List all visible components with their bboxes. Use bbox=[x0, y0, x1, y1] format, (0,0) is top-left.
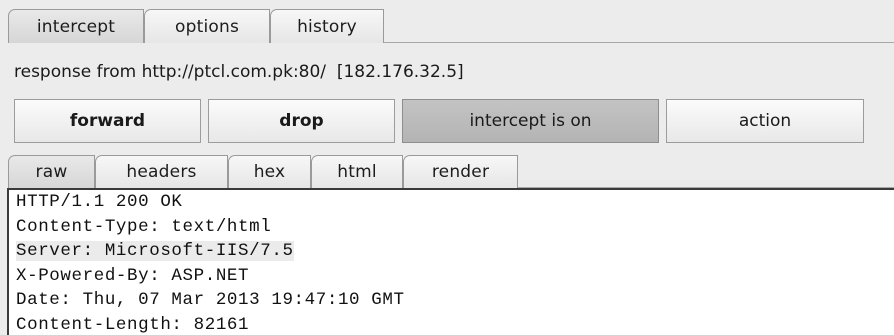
tab-history[interactable]: history bbox=[270, 9, 384, 43]
raw-line: X-Powered-By: ASP.NET bbox=[16, 265, 250, 286]
raw-line: HTTP/1.1 200 OK bbox=[16, 192, 183, 212]
tab-headers[interactable]: headers bbox=[95, 155, 228, 188]
tab-render[interactable]: render bbox=[403, 155, 518, 188]
tab-raw[interactable]: raw bbox=[8, 155, 95, 188]
tab-intercept[interactable]: intercept bbox=[8, 9, 144, 43]
raw-line: Date: Thu, 07 Mar 2013 19:47:10 GMT bbox=[16, 290, 405, 310]
tab-hex[interactable]: hex bbox=[228, 155, 311, 188]
raw-line: Server: Microsoft-IIS/7.5 bbox=[16, 241, 294, 261]
tab-options[interactable]: options bbox=[144, 9, 270, 43]
action-button[interactable]: action bbox=[666, 99, 864, 143]
forward-button[interactable]: forward bbox=[14, 99, 201, 143]
tab-strip-divider bbox=[384, 42, 894, 43]
raw-line: Content-Length: 82161 bbox=[16, 314, 250, 335]
intercept-toggle-button[interactable]: intercept is on bbox=[402, 99, 659, 143]
tab-html[interactable]: html bbox=[311, 155, 403, 188]
main-tab-bar: intercept options history bbox=[0, 0, 894, 43]
drop-button[interactable]: drop bbox=[208, 99, 395, 143]
response-source-label: response from http://ptcl.com.pk:80/ [18… bbox=[14, 62, 464, 82]
raw-response-editor[interactable]: HTTP/1.1 200 OK Content-Type: text/html … bbox=[7, 188, 894, 335]
raw-line: Content-Type: text/html bbox=[16, 216, 272, 237]
